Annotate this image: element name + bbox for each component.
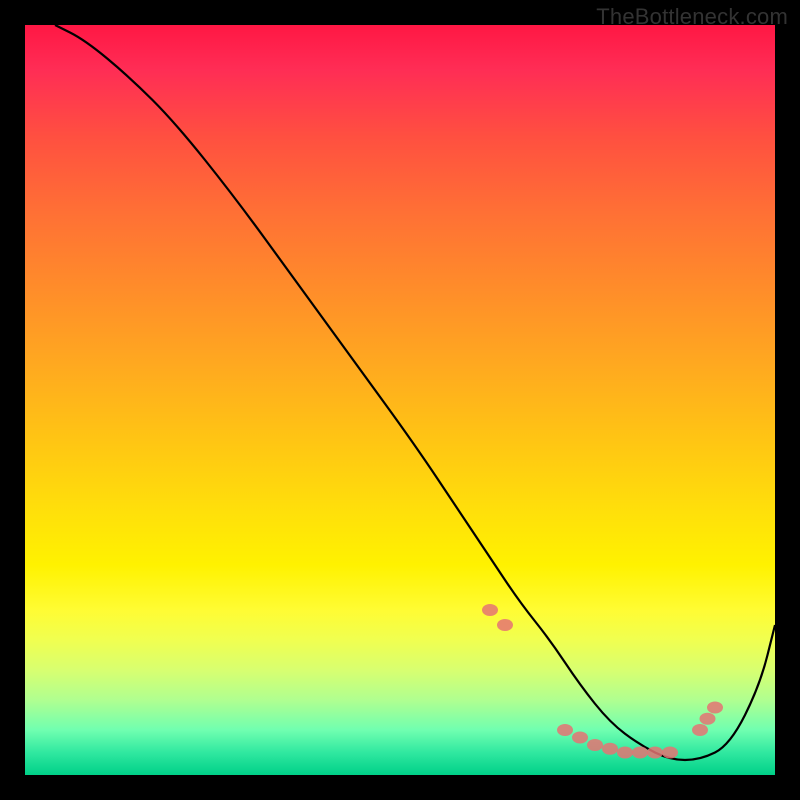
marker-dot [482,604,498,616]
marker-dot [617,747,633,759]
plot-area [25,25,775,775]
marker-dot [647,747,663,759]
marker-dot [602,743,618,755]
chart-svg [25,25,775,775]
marker-dot [572,732,588,744]
marker-dot [632,747,648,759]
bottleneck-curve-line [55,25,775,760]
marker-dot [557,724,573,736]
marker-dot [692,724,708,736]
marker-dot [707,702,723,714]
marker-dot [497,619,513,631]
marker-dot [587,739,603,751]
marker-dot [662,747,678,759]
watermark-text: TheBottleneck.com [596,4,788,30]
marker-dot [700,713,716,725]
marker-group [482,604,723,759]
